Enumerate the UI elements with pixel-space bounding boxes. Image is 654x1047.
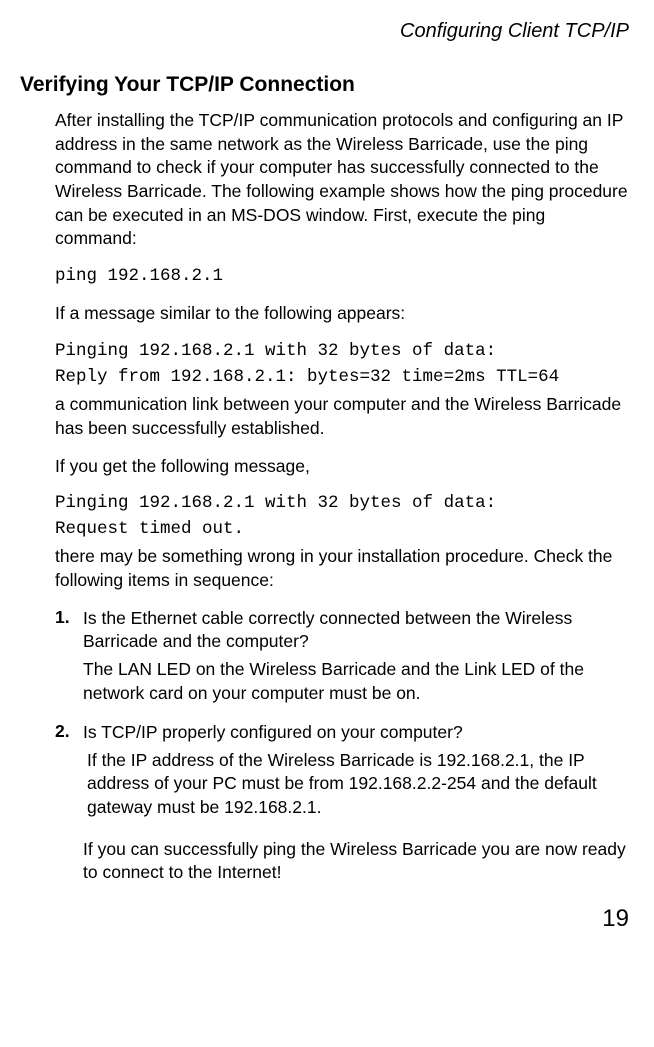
code-reply-line: Reply from 192.168.2.1: bytes=32 time=2m… (55, 366, 629, 390)
closing-text: If you can successfully ping the Wireles… (83, 838, 629, 885)
section-heading: Verifying Your TCP/IP Connection (20, 73, 629, 97)
list-answer-1: The LAN LED on the Wireless Barricade an… (83, 658, 629, 705)
page-number: 19 (20, 905, 629, 933)
paragraph-fail-result: there may be something wrong in your ins… (55, 545, 629, 592)
list-number-2: 2. (55, 721, 83, 885)
paragraph-success-intro: If a message similar to the following ap… (55, 302, 629, 326)
list-item: 1. Is the Ethernet cable correctly conne… (55, 607, 629, 706)
code-timeout-line: Request timed out. (55, 518, 629, 542)
code-ping-command: ping 192.168.2.1 (55, 265, 629, 289)
running-header: Configuring Client TCP/IP (20, 20, 629, 43)
code-pinging-line-2: Pinging 192.168.2.1 with 32 bytes of dat… (55, 492, 629, 516)
list-answer-2: If the IP address of the Wireless Barric… (87, 749, 629, 820)
code-pinging-line: Pinging 192.168.2.1 with 32 bytes of dat… (55, 340, 629, 364)
intro-paragraph: After installing the TCP/IP communicatio… (55, 109, 629, 251)
paragraph-success-result: a communication link between your comput… (55, 393, 629, 440)
list-number-1: 1. (55, 607, 83, 706)
list-question-2: Is TCP/IP properly configured on your co… (83, 721, 629, 745)
list-question-1: Is the Ethernet cable correctly connecte… (83, 607, 629, 654)
list-item: 2. Is TCP/IP properly configured on your… (55, 721, 629, 885)
paragraph-fail-intro: If you get the following message, (55, 455, 629, 479)
